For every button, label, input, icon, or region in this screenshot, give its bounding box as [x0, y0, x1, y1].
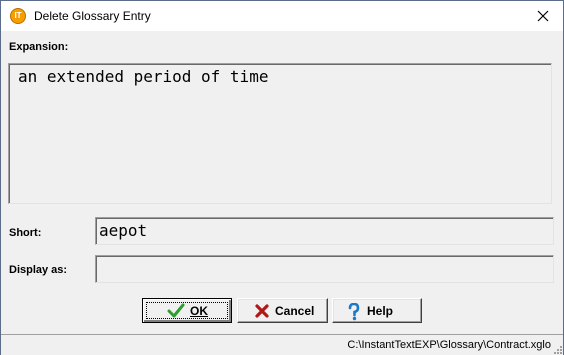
display-as-label: Display as:	[9, 264, 68, 276]
ok-button[interactable]: OK	[142, 298, 232, 323]
expansion-field[interactable]: an extended period of time	[8, 63, 552, 204]
glossary-file-path: C:\InstantTextEXP\Glossary\Contract.xglo	[347, 339, 551, 351]
ok-button-label: OK	[190, 304, 208, 318]
focus-rectangle	[146, 302, 228, 319]
resize-grip-icon[interactable]	[552, 344, 562, 354]
instanttext-app-icon: IT	[10, 8, 26, 24]
red-x-icon	[255, 304, 269, 318]
window-title: Delete Glossary Entry	[34, 9, 151, 23]
expansion-label: Expansion:	[9, 41, 69, 53]
display-as-field[interactable]	[95, 255, 554, 283]
short-label: Short:	[9, 227, 42, 239]
close-button[interactable]	[523, 1, 563, 31]
close-icon	[537, 10, 549, 22]
status-bar: C:\InstantTextEXP\Glossary\Contract.xglo	[1, 334, 563, 355]
title-bar: IT Delete Glossary Entry	[1, 1, 563, 31]
short-field[interactable]: aepot	[95, 217, 554, 245]
cancel-button[interactable]: Cancel	[237, 298, 328, 323]
delete-glossary-dialog: IT Delete Glossary Entry Expansion: an e…	[0, 0, 564, 355]
help-button-label: Help	[367, 304, 394, 318]
help-button[interactable]: Help	[332, 298, 422, 323]
green-checkmark-icon	[167, 303, 185, 318]
question-mark-icon	[348, 303, 360, 321]
cancel-button-label: Cancel	[275, 304, 315, 318]
